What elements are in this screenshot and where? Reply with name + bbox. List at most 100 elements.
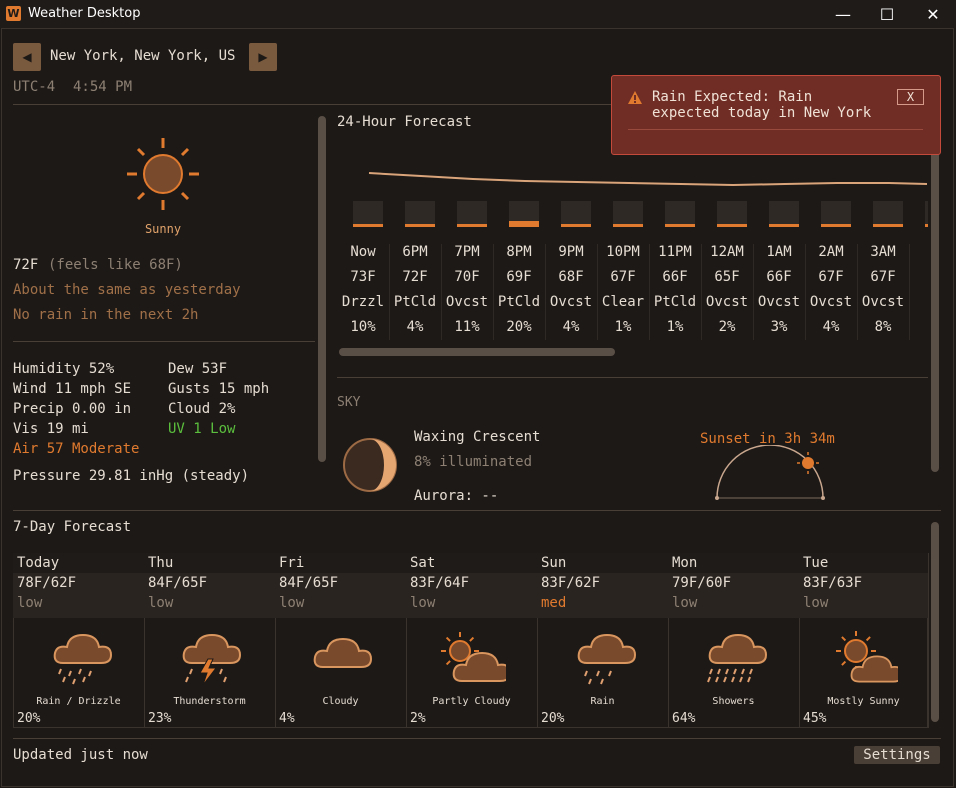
right-panel-scrollbar[interactable] [931,116,939,472]
day-name: Today [13,553,144,573]
hourly-time: 2AM [818,244,844,260]
day-temps: 78F/62F [17,575,77,591]
day-risk: low [148,595,174,611]
maximize-button[interactable]: ☐ [864,0,910,28]
day-precip: 20% [541,711,565,726]
hourly-precip-bars [337,200,928,228]
wind: Wind 11 mph SE [13,381,132,397]
uv-index: UV 1 Low [168,421,236,437]
day-summary: 78F/62F low [13,573,144,618]
settings-button[interactable]: Settings [854,746,940,764]
hourly-separator [441,244,442,340]
day-condition: Showers [712,696,755,707]
hourly-time: 1AM [766,244,792,260]
day-temps: 84F/65F [148,575,208,591]
hourly-cond: PtCld [497,294,541,310]
day-column: Sun 83F/62F med Rain 20% [537,553,669,728]
hourly-pop: 4% [406,319,424,335]
chevron-right-icon: ▶ [258,50,268,64]
day-summary: 83F/62F med [537,573,668,618]
hourly-cond: Ovcst [861,294,905,310]
hourly-pop: 4% [822,319,840,335]
current-divider [13,341,315,342]
hourly-precip-bar [613,201,643,227]
day-risk: med [541,595,567,611]
day-condition: Partly Cloudy [432,696,511,707]
sky-label: SKY [337,395,361,410]
hourly-precip-bar [405,201,435,227]
updated-status: Updated just now [13,747,148,763]
hourly-cond: Ovcst [757,294,801,310]
hourly-temp: 72F [402,269,428,285]
hourly-precip-fill [665,224,695,227]
hourly-time: 7PM [454,244,480,260]
day-condition: Cloudy [322,696,359,707]
hourly-precip-fill [353,224,383,227]
hourly-separator [545,244,546,340]
day-column: Thu 84F/65F low Thunderstorm 23% [144,553,276,728]
day-condition: Thunderstorm [173,696,246,707]
day-risk: low [672,595,698,611]
hourly-precip-bar [717,201,747,227]
day-name: Tue [799,553,928,573]
minimize-button[interactable]: — [820,0,866,28]
hourly-pop: 2% [718,319,736,335]
thunderstorm-icon [182,633,242,686]
hourly-pop: 10% [350,319,376,335]
alert-close-button[interactable]: X [897,89,924,105]
hourly-precip-fill [561,224,591,227]
next-location-button[interactable]: ▶ [249,43,277,71]
partly-cloudy-icon [441,632,506,682]
aurora-status: Aurora: -- [414,488,499,504]
day-column: Mon 79F/60F low Showers 64% [668,553,800,728]
hourly-time: 3AM [870,244,896,260]
day-condition: Mostly Sunny [827,696,900,707]
hourly-column: Now 73F Drzzl 10% [337,240,389,340]
day-column: Tue 83F/63F low Mostly Sunny 45% [799,553,929,728]
close-button[interactable]: ✕ [910,0,956,28]
hourly-cond: Ovcst [549,294,593,310]
day-precip: 20% [17,711,41,726]
hourly-precip-bar [353,201,383,227]
day-precip: 2% [410,711,426,726]
daily-title: 7-Day Forecast [13,519,132,535]
hourly-precip-fill [613,224,643,227]
hourly-cond: Ovcst [705,294,749,310]
day-risk: low [17,595,43,611]
moon-icon [343,438,397,492]
day-name: Sat [406,553,537,573]
hourly-h-scrollbar[interactable] [339,348,615,356]
rain-drizzle-icon [53,633,113,685]
hourly-cond: PtCld [653,294,697,310]
cloud-icon [313,637,373,668]
title-bar [0,0,956,28]
maximize-icon: ☐ [879,4,895,24]
day-temps: 83F/62F [541,575,601,591]
day-temps: 83F/63F [803,575,863,591]
day-column: Today 78F/62F low Rain / Drizzle 20% [13,553,145,728]
day-precip: 45% [803,711,827,726]
prev-location-button[interactable]: ◀ [13,43,41,71]
rain-nowcast: No rain in the next 2h [13,307,199,323]
hourly-pop: 8% [874,319,892,335]
hourly-precip-bar [457,201,487,227]
yesterday-compare: About the same as yesterday [13,282,241,298]
timezone-label: UTC-4 [13,79,56,95]
showers-icon [707,633,768,683]
day-summary: 83F/63F low [799,573,928,618]
hourly-precip-bar [509,201,539,227]
day-name: Sun [537,553,668,573]
hourly-temp: 65F [714,269,740,285]
hourly-column: 8PM 69F PtCld 20% [493,240,545,340]
current-panel-scrollbar[interactable] [318,116,326,462]
hourly-separator [701,244,702,340]
hourly-column: 12AM 65F Ovcst 2% [701,240,753,340]
hourly-temp: 69F [506,269,532,285]
hourly-time: 12AM [710,244,744,260]
dew-point: Dew 53F [168,361,228,377]
hourly-precip-fill [769,224,799,227]
hourly-column: 9PM 68F Ovcst 4% [545,240,597,340]
day-temps: 84F/65F [279,575,339,591]
hourly-pop: 11% [454,319,480,335]
daily-scrollbar[interactable] [931,522,939,722]
